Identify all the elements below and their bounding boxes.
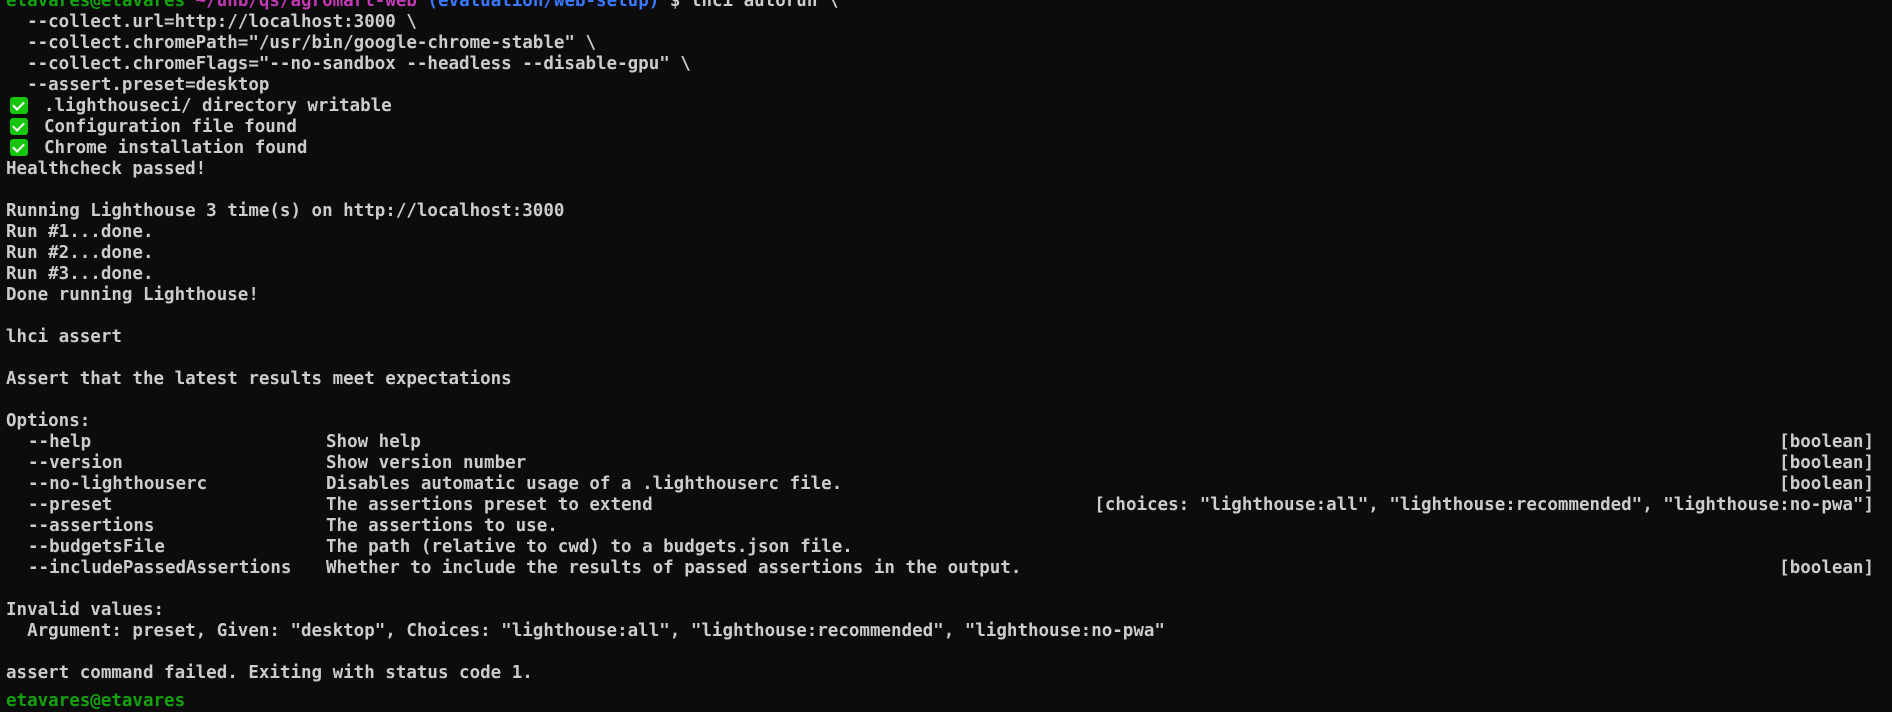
check-icon	[10, 139, 28, 156]
check-line: Configuration file found	[6, 117, 1886, 138]
check-line: .lighthouseci/ directory writable	[6, 96, 1886, 117]
option-name: --no-lighthouserc	[28, 474, 208, 494]
option-row: --help Show help [boolean]	[6, 432, 1886, 453]
prompt-symbol: $	[669, 0, 681, 11]
option-row: --budgetsFile The path (relative to cwd) …	[6, 537, 1886, 558]
check-icon	[10, 97, 28, 114]
invalid-values-header: Invalid values:	[6, 600, 165, 620]
invalid-values-detail: Argument: preset, Given: "desktop", Choi…	[6, 621, 1165, 641]
option-description: Whether to include the results of passed…	[326, 558, 1022, 578]
command-line: --assert.preset=desktop	[6, 75, 270, 95]
running-line: Running Lighthouse 3 time(s) on http://l…	[6, 201, 565, 221]
command-line: --collect.chromeFlags="--no-sandbox --he…	[6, 54, 691, 74]
failure-line: assert command failed. Exiting with stat…	[6, 663, 533, 683]
option-description: Show help	[326, 432, 421, 452]
prompt-path: ~/unb/qs/agromart-web	[195, 0, 417, 11]
done-line: Done running Lighthouse!	[6, 285, 259, 305]
option-name: --budgetsFile	[28, 537, 165, 557]
command-line: --collect.chromePath="/usr/bin/google-ch…	[6, 33, 597, 53]
option-type: [boolean]	[1779, 558, 1874, 578]
option-type: [boolean]	[1779, 432, 1874, 452]
option-name: --help	[28, 432, 92, 452]
prompt-user: etavares@etavares	[6, 691, 186, 711]
run-line: Run #1...done.	[6, 222, 154, 242]
command-text: lhci autorun \	[690, 0, 839, 11]
option-row: --version Show version number [boolean]	[6, 453, 1886, 474]
run-line: Run #3...done.	[6, 264, 154, 284]
option-description: Disables automatic usage of a .lighthous…	[326, 474, 843, 494]
option-description: The assertions preset to extend	[326, 495, 653, 515]
healthcheck-line: Healthcheck passed!	[6, 159, 207, 179]
check-text: Chrome installation found	[44, 138, 308, 158]
option-name: --version	[28, 453, 123, 473]
command-line: --collect.url=http://localhost:3000 \	[6, 12, 417, 32]
option-name: --assertions	[28, 516, 155, 536]
prompt-line: etavares@etavares ~/unb/qs/agromart-web …	[6, 0, 1886, 12]
option-row: --includePassedAssertions Whether to incl…	[6, 558, 1886, 579]
option-description: The path (relative to cwd) to a budgets.…	[326, 537, 853, 557]
check-icon	[10, 118, 28, 135]
run-line: Run #2...done.	[6, 243, 154, 263]
option-row: --assertions The assertions to use.	[6, 516, 1886, 537]
option-row: --preset The assertions preset to extend […	[6, 495, 1886, 516]
prompt-branch: (evaluation/web-setup)	[427, 0, 660, 11]
assert-command-line: lhci assert	[6, 327, 122, 347]
option-type: [choices: "lighthouse:all", "lighthouse:…	[1094, 495, 1874, 515]
prompt-user: etavares@etavares	[6, 0, 186, 11]
terminal-output[interactable]: etavares@etavares ~/unb/qs/agromart-web …	[6, 0, 1886, 684]
option-type: [boolean]	[1779, 453, 1874, 473]
option-type: [boolean]	[1779, 474, 1874, 494]
option-name: --preset	[28, 495, 113, 515]
option-name: --includePassedAssertions	[28, 558, 292, 578]
next-prompt-line: etavares@etavares	[6, 691, 1892, 712]
option-description: The assertions to use.	[326, 516, 558, 536]
check-text: Configuration file found	[44, 117, 297, 137]
option-row: --no-lighthouserc Disables automatic usag…	[6, 474, 1886, 495]
check-text: .lighthouseci/ directory writable	[44, 96, 392, 116]
options-header: Options:	[6, 411, 91, 431]
option-description: Show version number	[326, 453, 527, 473]
assert-description-line: Assert that the latest results meet expe…	[6, 369, 512, 389]
check-line: Chrome installation found	[6, 138, 1886, 159]
